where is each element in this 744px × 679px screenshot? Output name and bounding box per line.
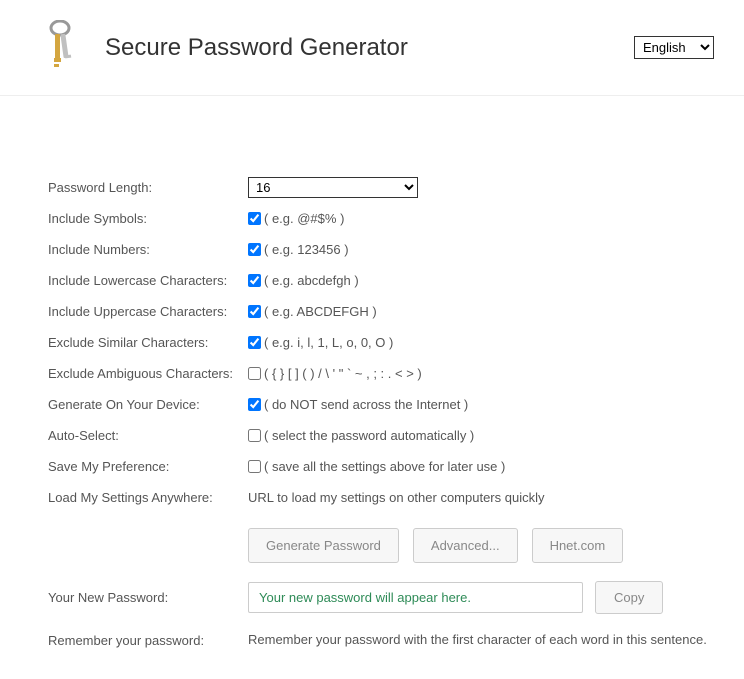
remember-text: Remember your password with the first ch… bbox=[248, 632, 707, 647]
row-auto-select: Auto-Select: ( select the password autom… bbox=[48, 424, 714, 446]
remember-label: Remember your password: bbox=[48, 631, 248, 648]
include-lowercase-hint: ( e.g. abcdefgh ) bbox=[264, 273, 359, 288]
row-load-settings: Load My Settings Anywhere: URL to load m… bbox=[48, 486, 714, 508]
save-preference-label: Save My Preference: bbox=[48, 459, 248, 474]
row-remember: Remember your password: Remember your pa… bbox=[48, 628, 714, 650]
keys-icon bbox=[40, 20, 80, 75]
include-numbers-hint: ( e.g. 123456 ) bbox=[264, 242, 349, 257]
include-numbers-label: Include Numbers: bbox=[48, 242, 248, 257]
exclude-ambiguous-checkbox[interactable] bbox=[248, 367, 261, 380]
include-uppercase-checkbox[interactable] bbox=[248, 305, 261, 318]
generate-on-device-label: Generate On Your Device: bbox=[48, 397, 248, 412]
row-password-length: Password Length: 16 bbox=[48, 176, 714, 198]
advanced-button[interactable]: Advanced... bbox=[413, 528, 518, 563]
row-password-output: Your New Password: Your new password wil… bbox=[48, 581, 714, 614]
content: Password Length: 16 Include Symbols: ( e… bbox=[0, 96, 744, 679]
password-length-label: Password Length: bbox=[48, 180, 248, 195]
include-uppercase-label: Include Uppercase Characters: bbox=[48, 304, 248, 319]
save-preference-hint: ( save all the settings above for later … bbox=[264, 459, 505, 474]
password-length-select[interactable]: 16 bbox=[248, 177, 418, 198]
page-title: Secure Password Generator bbox=[105, 34, 408, 62]
row-include-symbols: Include Symbols: ( e.g. @#$% ) bbox=[48, 207, 714, 229]
hnet-button[interactable]: Hnet.com bbox=[532, 528, 624, 563]
generate-on-device-hint: ( do NOT send across the Internet ) bbox=[264, 397, 468, 412]
save-preference-checkbox[interactable] bbox=[248, 460, 261, 473]
generate-password-button[interactable]: Generate Password bbox=[248, 528, 399, 563]
row-exclude-ambiguous: Exclude Ambiguous Characters: ( { } [ ] … bbox=[48, 362, 714, 384]
exclude-similar-label: Exclude Similar Characters: bbox=[48, 335, 248, 350]
row-generate-on-device: Generate On Your Device: ( do NOT send a… bbox=[48, 393, 714, 415]
row-include-numbers: Include Numbers: ( e.g. 123456 ) bbox=[48, 238, 714, 260]
exclude-ambiguous-hint: ( { } [ ] ( ) / \ ' " ` ~ , ; : . < > ) bbox=[264, 366, 422, 381]
generate-on-device-checkbox[interactable] bbox=[248, 398, 261, 411]
auto-select-label: Auto-Select: bbox=[48, 428, 248, 443]
include-symbols-hint: ( e.g. @#$% ) bbox=[264, 211, 344, 226]
include-lowercase-label: Include Lowercase Characters: bbox=[48, 273, 248, 288]
header-left: Secure Password Generator bbox=[40, 20, 408, 75]
row-include-lowercase: Include Lowercase Characters: ( e.g. abc… bbox=[48, 269, 714, 291]
exclude-ambiguous-label: Exclude Ambiguous Characters: bbox=[48, 366, 248, 381]
language-select[interactable]: English bbox=[634, 36, 714, 59]
exclude-similar-checkbox[interactable] bbox=[248, 336, 261, 349]
load-settings-label: Load My Settings Anywhere: bbox=[48, 490, 248, 505]
include-numbers-checkbox[interactable] bbox=[248, 243, 261, 256]
row-save-preference: Save My Preference: ( save all the setti… bbox=[48, 455, 714, 477]
load-settings-text: URL to load my settings on other compute… bbox=[248, 490, 545, 505]
password-output-label: Your New Password: bbox=[48, 590, 248, 605]
button-row: Generate Password Advanced... Hnet.com bbox=[248, 528, 714, 563]
exclude-similar-hint: ( e.g. i, l, 1, L, o, 0, O ) bbox=[264, 335, 393, 350]
include-lowercase-checkbox[interactable] bbox=[248, 274, 261, 287]
copy-button[interactable]: Copy bbox=[595, 581, 663, 614]
row-include-uppercase: Include Uppercase Characters: ( e.g. ABC… bbox=[48, 300, 714, 322]
include-uppercase-hint: ( e.g. ABCDEFGH ) bbox=[264, 304, 377, 319]
include-symbols-checkbox[interactable] bbox=[248, 212, 261, 225]
password-output-field[interactable]: Your new password will appear here. bbox=[248, 582, 583, 613]
auto-select-hint: ( select the password automatically ) bbox=[264, 428, 474, 443]
auto-select-checkbox[interactable] bbox=[248, 429, 261, 442]
include-symbols-label: Include Symbols: bbox=[48, 211, 248, 226]
header: Secure Password Generator English bbox=[0, 0, 744, 96]
row-exclude-similar: Exclude Similar Characters: ( e.g. i, l,… bbox=[48, 331, 714, 353]
